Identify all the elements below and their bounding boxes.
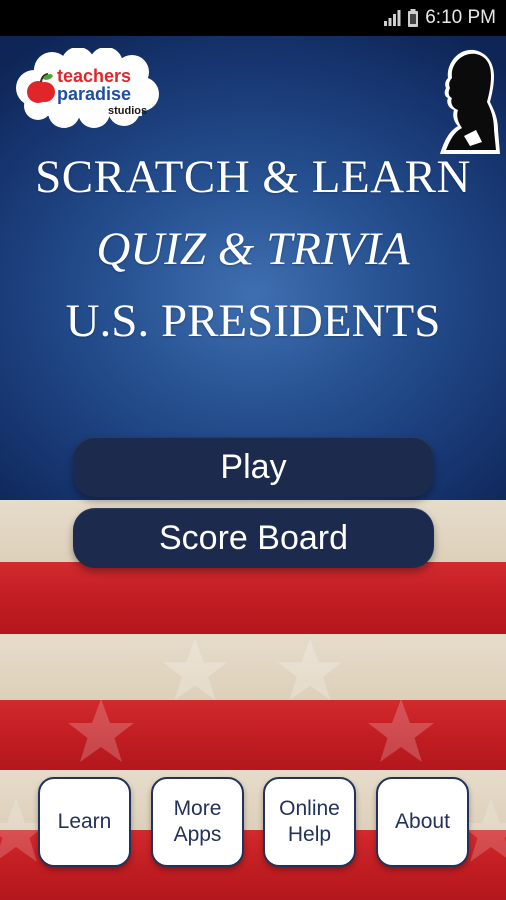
online-help-label: Online Help: [279, 797, 340, 846]
teachers-paradise-logo[interactable]: teachers paradise studios: [12, 48, 160, 128]
learn-button[interactable]: Learn: [38, 777, 131, 867]
star-icon: [68, 699, 134, 762]
about-label: About: [395, 810, 450, 833]
title-line-3: U.S. PRESIDENTS: [65, 295, 441, 347]
svg-text:studios: studios: [108, 105, 147, 117]
play-button[interactable]: Play: [73, 437, 434, 497]
learn-label: Learn: [57, 810, 112, 833]
app-screen: 6:10 PM teachers paradise studios SCRATC…: [0, 0, 506, 900]
status-bar: 6:10 PM: [0, 0, 506, 36]
star-icon: [162, 638, 228, 701]
lincoln-silhouette-icon: [440, 49, 500, 154]
about-button[interactable]: About: [376, 777, 469, 867]
title-line-2: QUIZ & TRIVIA: [96, 223, 410, 275]
status-icons: 6:10 PM: [383, 6, 496, 30]
star-icon: [277, 638, 343, 701]
status-time: 6:10 PM: [425, 7, 496, 28]
title-line-1: SCRATCH & LEARN: [35, 151, 471, 203]
flag-stripe: [0, 634, 506, 700]
flag-stripe: [0, 562, 506, 634]
more-apps-label: More Apps: [173, 797, 222, 846]
star-icon: [368, 699, 434, 762]
svg-text:teachers: teachers: [57, 66, 131, 86]
svg-text:paradise: paradise: [57, 84, 131, 104]
online-help-button[interactable]: Online Help: [263, 777, 356, 867]
more-apps-button[interactable]: More Apps: [151, 777, 244, 867]
score-board-button[interactable]: Score Board: [73, 508, 434, 568]
battery-icon: [408, 9, 419, 27]
signal-icon: [384, 10, 401, 26]
